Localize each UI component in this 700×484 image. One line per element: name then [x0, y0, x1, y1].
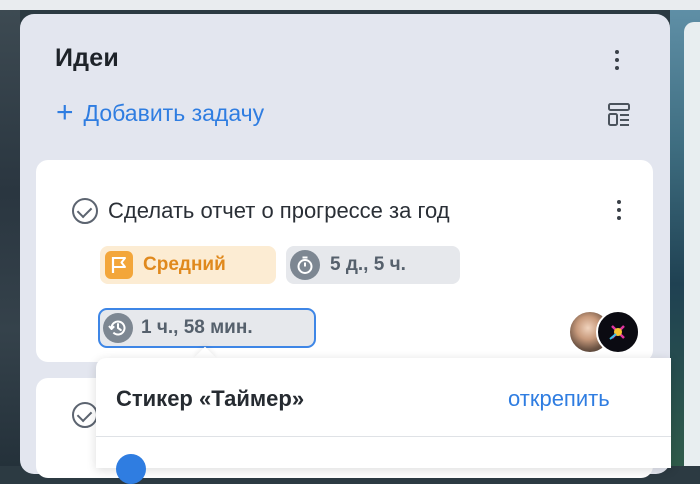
stopwatch-icon [290, 250, 320, 280]
timer-sticker-popover: Стикер «Таймер» открепить [96, 358, 671, 484]
task-menu-icon[interactable] [614, 196, 624, 226]
board-view-icon[interactable] [608, 102, 630, 128]
column-menu-icon[interactable] [612, 46, 622, 76]
task-title[interactable]: Сделать отчет о прогрессе за год [108, 198, 450, 224]
estimate-label: 5 д., 5 ч. [330, 254, 406, 275]
checkmark-circle-icon[interactable] [72, 198, 98, 224]
timer-label: 1 ч., 58 мин. [141, 317, 253, 338]
column-title: Идеи [55, 44, 119, 72]
estimate-tag[interactable]: 5 д., 5 ч. [286, 246, 460, 284]
flag-icon [105, 251, 133, 279]
timer-tag[interactable]: 1 ч., 58 мин. [98, 308, 316, 348]
next-column-edge [684, 22, 700, 466]
history-clock-icon [103, 313, 133, 343]
add-task-button[interactable]: + Добавить задачу [56, 96, 264, 130]
popover-item-icon [116, 454, 146, 484]
checkmark-circle-icon[interactable] [72, 402, 98, 428]
avatar[interactable] [596, 310, 640, 354]
add-task-label: Добавить задачу [83, 99, 265, 126]
task-card[interactable]: Сделать отчет о прогрессе за год Средний… [36, 160, 653, 362]
priority-tag[interactable]: Средний [100, 246, 276, 284]
plus-icon: + [56, 96, 74, 129]
popover-title: Стикер «Таймер» [116, 386, 305, 411]
divider [96, 436, 671, 437]
unpin-link[interactable]: открепить [508, 386, 610, 412]
priority-label: Средний [143, 254, 226, 275]
background-top [0, 0, 700, 10]
background-left [0, 10, 20, 466]
